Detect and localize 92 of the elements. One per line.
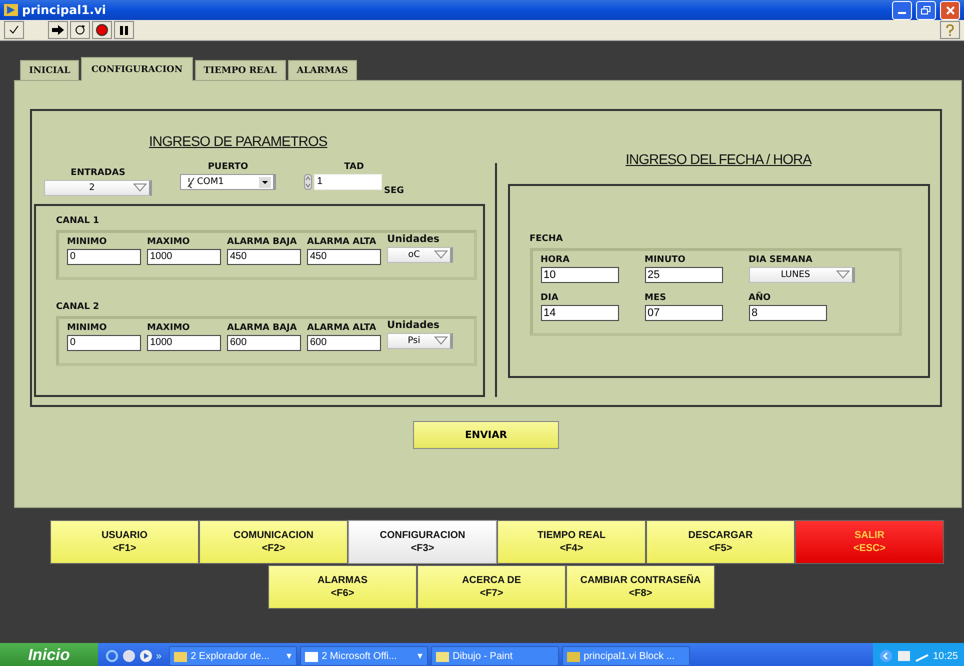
input-field[interactable]: 0 xyxy=(67,335,141,351)
dropdown-arrow-icon xyxy=(434,336,448,346)
field-label: ALARMA BAJA xyxy=(227,237,298,247)
dropdown[interactable]: 2 xyxy=(44,180,152,196)
section-heading: INGRESO DEL FECHA / HORA xyxy=(626,151,812,167)
input-field[interactable]: 600 xyxy=(307,335,381,351)
run-button[interactable] xyxy=(48,21,68,39)
checkmark-icon xyxy=(9,25,19,35)
field-label: ALARMA ALTA xyxy=(307,323,378,333)
channel-title: CANAL 2 xyxy=(56,302,100,312)
dropdown[interactable]: COM1 xyxy=(180,174,276,190)
field-label: PUERTO xyxy=(208,162,248,172)
input-field[interactable]: 600 xyxy=(227,335,301,351)
spinner-icon xyxy=(304,174,312,190)
field-label: ENTRADAS xyxy=(70,168,126,178)
field-label: ALARMA ALTA xyxy=(307,237,378,247)
field-label: HORA xyxy=(540,255,571,265)
input-field[interactable]: 450 xyxy=(307,249,381,265)
field-label: Unidades xyxy=(387,320,440,331)
input-field[interactable]: 1000 xyxy=(147,249,221,265)
input-field[interactable]: 10 xyxy=(540,267,618,283)
dropdown[interactable]: Psi xyxy=(387,333,453,349)
help-button[interactable] xyxy=(940,21,960,39)
abort-button[interactable] xyxy=(92,21,112,39)
taskbar-button[interactable]: principal1.vi Block ... xyxy=(562,646,690,666)
input-field[interactable]: 450 xyxy=(227,249,301,265)
nav-button[interactable]: TIEMPO REAL <F4> xyxy=(497,520,646,564)
field-label: MINUTO xyxy=(644,255,686,265)
field-label: MAXIMO xyxy=(147,323,191,333)
taskbar-button[interactable]: Dibujo - Paint xyxy=(430,646,559,666)
tab[interactable]: TIEMPO REAL xyxy=(194,60,286,80)
input-field[interactable]: 14 xyxy=(540,305,618,321)
folder-icon xyxy=(174,650,187,662)
channel-title: CANAL 1 xyxy=(56,216,100,226)
input-field[interactable]: 0 xyxy=(67,249,141,265)
section-heading: INGRESO DE PARAMETROS xyxy=(149,133,328,149)
input-field[interactable]: 8 xyxy=(748,305,826,321)
unit-label: SEG xyxy=(384,186,404,196)
question-mark-icon xyxy=(946,24,954,36)
taskbar-button[interactable]: 2 Explorador de... ▾ xyxy=(168,646,297,666)
field-label: TAD xyxy=(344,162,364,172)
group-title: FECHA xyxy=(530,234,563,244)
nav-button[interactable]: DESCARGAR <F5> xyxy=(646,520,795,564)
stop-icon xyxy=(96,24,108,36)
play-icon[interactable] xyxy=(139,649,153,663)
close-icon xyxy=(946,6,954,14)
tab[interactable]: ALARMAS xyxy=(288,60,357,80)
input-field[interactable]: 1 xyxy=(314,174,382,190)
dropdown[interactable]: oC xyxy=(387,247,453,263)
run-continuously-button[interactable] xyxy=(70,21,90,39)
field-label: MINIMO xyxy=(67,237,108,247)
nav-button[interactable]: COMUNICACION <F2> xyxy=(199,520,348,564)
nav-button[interactable]: USUARIO <F1> xyxy=(50,520,199,564)
pause-button[interactable] xyxy=(114,21,134,39)
dropdown-arrow-icon xyxy=(836,270,850,280)
pause-icon xyxy=(120,26,128,34)
check-button[interactable] xyxy=(4,21,24,39)
dropdown-arrow-icon xyxy=(434,250,448,260)
close-button[interactable] xyxy=(940,0,960,20)
field-label: MES xyxy=(644,293,668,303)
nav-button[interactable]: CAMBIAR CONTRASEÑA <F8> xyxy=(566,565,715,609)
dropdown-arrow-icon xyxy=(133,183,147,193)
input-field[interactable]: 1000 xyxy=(147,335,221,351)
minimize-button[interactable] xyxy=(892,0,912,20)
chevron-icon[interactable] xyxy=(878,649,893,663)
field-label: DIA SEMANA xyxy=(748,255,814,265)
taskbar-button[interactable]: 2 Microsoft Offi... ▾ xyxy=(300,646,428,666)
tab[interactable]: CONFIGURACION xyxy=(81,57,193,81)
field-label: MAXIMO xyxy=(147,237,191,247)
nav-button[interactable]: ACERCA DE <F7> xyxy=(417,565,566,609)
dropdown[interactable]: LUNES xyxy=(748,267,854,283)
io-icon xyxy=(187,176,195,188)
field-label: AÑO xyxy=(748,293,772,303)
field-label: Unidades xyxy=(387,234,440,245)
arrow-icon xyxy=(52,25,64,35)
input-field[interactable]: 25 xyxy=(644,267,722,283)
field-label: DIA xyxy=(540,293,560,303)
clock: 10:25 xyxy=(932,650,958,662)
restore-icon xyxy=(921,6,931,14)
input-field[interactable]: 07 xyxy=(644,305,722,321)
window-title: principal1.vi xyxy=(22,3,108,17)
field-label: ALARMA BAJA xyxy=(227,323,298,333)
document-icon xyxy=(304,650,318,662)
cycle-arrows-icon xyxy=(74,24,86,36)
maximize-button[interactable] xyxy=(916,0,936,20)
more-chevron[interactable]: » xyxy=(156,650,162,662)
send-button[interactable]: ENVIAR xyxy=(413,421,559,449)
field-label: MINIMO xyxy=(67,323,108,333)
tab[interactable]: INICIAL xyxy=(20,60,80,80)
nav-button[interactable]: CONFIGURACION <F3> xyxy=(348,520,497,564)
browser-icon[interactable] xyxy=(105,649,119,663)
nav-button[interactable]: ALARMAS <F6> xyxy=(268,565,417,609)
